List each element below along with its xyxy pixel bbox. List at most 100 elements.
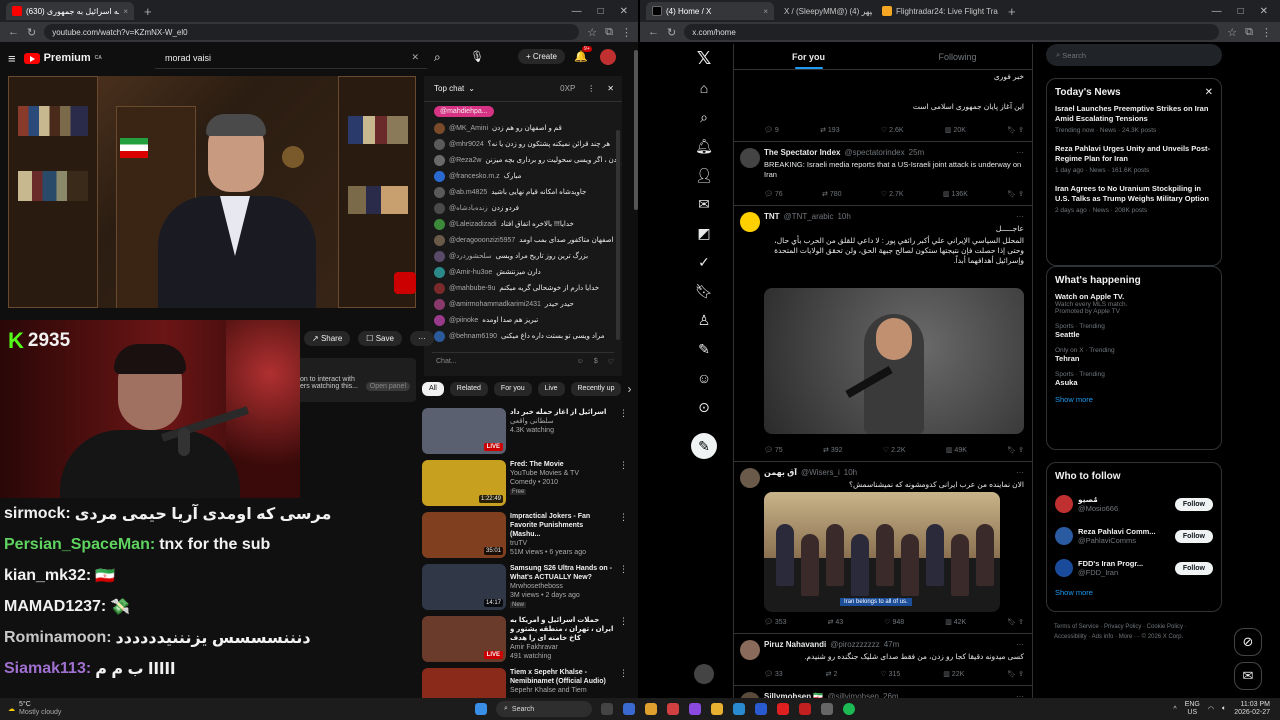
- video-title[interactable]: حملات اسرائیل و آمریکا به ایران ، تهران …: [510, 616, 615, 643]
- new-tab-button[interactable]: +: [1002, 4, 1022, 19]
- close-tab-icon[interactable]: ×: [763, 7, 768, 16]
- browser-tab-x-home[interactable]: (4) Home / X ×: [646, 2, 774, 20]
- jobs-icon[interactable]: ♙: [694, 310, 714, 330]
- verified-icon[interactable]: ✓: [694, 252, 714, 272]
- open-panel-button[interactable]: Open panel: [365, 382, 410, 391]
- like-button[interactable]: ♡ 2.6K: [881, 126, 904, 134]
- articles-icon[interactable]: ✎: [694, 339, 714, 359]
- clock[interactable]: 11:03 PM 2026-02-27: [1234, 701, 1270, 717]
- youtube-app-icon[interactable]: [777, 703, 789, 715]
- minimize-icon[interactable]: —: [1212, 6, 1222, 17]
- chat-menu-icon[interactable]: ⋮: [587, 84, 595, 93]
- profile-icon[interactable]: ☺: [694, 368, 714, 388]
- tweet[interactable]: Piruz Nahavandi @pirozzzzzzz 47m ··· کسی مید…: [734, 634, 1032, 686]
- search-input[interactable]: morad vaisi ✕: [155, 47, 427, 69]
- more-icon[interactable]: ⊙: [694, 397, 714, 417]
- recommended-video[interactable]: LIVE اسرائیل از آغاز حمله خبر داد سلطانی و…: [422, 408, 628, 458]
- tweet[interactable]: آق بهمن @Wisers_i 10h ··· الان نماینده من عر…: [734, 462, 1032, 634]
- tweet-handle[interactable]: @TNT_arabic: [784, 212, 834, 221]
- tweet-author[interactable]: آق بهمن: [764, 468, 797, 477]
- widgets-icon[interactable]: [623, 703, 635, 715]
- video-thumbnail[interactable]: LIVE: [422, 408, 506, 454]
- url-field[interactable]: youtube.com/watch?v=KZmNX-W_el0: [44, 24, 580, 40]
- chip-related[interactable]: Related: [449, 382, 488, 396]
- x-footer-links[interactable]: Terms of Service · Privacy Policy · Cook…: [1054, 622, 1214, 642]
- pinned-user-chip[interactable]: @mahdiehpa...: [434, 105, 494, 117]
- bookmark-share-buttons[interactable]: 🔖︎ ⇪: [1007, 126, 1024, 134]
- video-thumbnail[interactable]: LIVE: [422, 616, 506, 662]
- views-button[interactable]: ▥ 42K: [945, 618, 966, 626]
- recommended-video[interactable]: 14:17 Samsung S26 Ultra Hands on - What's…: [422, 564, 628, 614]
- video-title[interactable]: اسرائیل از آغاز حمله خبر داد: [510, 408, 615, 417]
- tweet[interactable]: خبر فوری این آغاز پایان جمهوری اسلامی است…: [734, 70, 1032, 142]
- trend-item[interactable]: Only on X · Trending Tehran: [1055, 347, 1213, 363]
- x-logo-icon[interactable]: 𝕏: [694, 48, 714, 68]
- back-icon[interactable]: ←: [8, 26, 19, 38]
- tweet[interactable]: Sillymohsen 🇮🇷@sillyjmohsen26m···ززززددن…: [734, 686, 1032, 698]
- compose-post-button[interactable]: ✎: [691, 433, 717, 459]
- edge-icon[interactable]: [733, 703, 745, 715]
- new-tab-button[interactable]: +: [138, 4, 158, 19]
- tweet-more-icon[interactable]: ···: [1016, 468, 1024, 477]
- follow-suggestion[interactable]: FDD's Iran Progr... @FDD_Iran Follow: [1055, 552, 1213, 584]
- follow-button[interactable]: Follow: [1174, 561, 1213, 575]
- close-window-icon[interactable]: ✕: [1260, 6, 1268, 17]
- spotify-icon[interactable]: [843, 703, 855, 715]
- weather-widget[interactable]: ☁ 5°C Mostly cloudy: [0, 701, 300, 717]
- follow-suggestion[interactable]: Reza Pahlavi Comm... @PahlaviComms Follow: [1055, 520, 1213, 552]
- channel-name[interactable]: Amir Fakhravar: [510, 643, 615, 652]
- show-more-trends-link[interactable]: Show more: [1055, 395, 1213, 404]
- account-avatar[interactable]: [694, 664, 714, 684]
- super-chat-icon[interactable]: $: [594, 358, 598, 365]
- tweet-handle[interactable]: @spectatorindex: [844, 148, 904, 157]
- save-button[interactable]: ☐ Save: [358, 331, 402, 346]
- tweet-author[interactable]: Piruz Nahavandi: [764, 640, 826, 649]
- reply-button[interactable]: 💬︎ 33: [764, 670, 783, 678]
- tweet-handle[interactable]: @pirozzzzzzz: [830, 640, 879, 649]
- reload-icon[interactable]: ↻: [27, 26, 36, 39]
- menu-dots-icon[interactable]: ⋮: [1261, 26, 1272, 39]
- bookmark-share-buttons[interactable]: 🔖︎ ⇪: [1007, 446, 1024, 454]
- url-field[interactable]: x.com/home: [684, 24, 1220, 40]
- word-icon[interactable]: [755, 703, 767, 715]
- volume-icon[interactable]: 🔈︎: [1222, 705, 1226, 713]
- video-thumbnail[interactable]: 1:22:49: [422, 460, 506, 506]
- emoji-icon[interactable]: ☺: [577, 358, 584, 365]
- account-avatar[interactable]: [600, 49, 616, 65]
- tweet-handle[interactable]: @Wisers_i: [801, 468, 840, 477]
- tweet-more-icon[interactable]: ···: [1016, 148, 1024, 157]
- tweet-avatar[interactable]: [740, 468, 760, 488]
- video-thumbnail[interactable]: 35:01: [422, 512, 506, 558]
- grok-float-button[interactable]: ⊘: [1234, 628, 1262, 656]
- views-button[interactable]: ▥ 136K: [943, 190, 968, 198]
- tweet-more-icon[interactable]: ···: [1016, 212, 1024, 221]
- chat-input[interactable]: Chat...: [432, 358, 567, 365]
- news-item[interactable]: Israel Launches Preemptive Strikes on Ir…: [1055, 104, 1213, 134]
- views-button[interactable]: ▥ 22K: [943, 670, 964, 678]
- channel-name[interactable]: YouTube Movies & TV: [510, 469, 615, 478]
- minimize-icon[interactable]: —: [572, 6, 582, 17]
- share-button[interactable]: ↗ Share: [304, 331, 351, 346]
- bookmark-star-icon[interactable]: ☆: [1227, 26, 1237, 39]
- recommended-video[interactable]: LIVE حملات اسرائیل و آمریکا به ایران ، ته…: [422, 616, 628, 666]
- back-icon[interactable]: ←: [648, 26, 659, 38]
- home-icon[interactable]: ⌂: [694, 78, 714, 98]
- bookmark-share-buttons[interactable]: 🔖︎ ⇪: [1007, 670, 1024, 678]
- repost-button[interactable]: ⇄ 392: [823, 446, 843, 454]
- wifi-icon[interactable]: ◠: [1208, 705, 1214, 713]
- x-search-input[interactable]: ⌕ Search: [1046, 44, 1222, 66]
- maximize-icon[interactable]: □: [1238, 6, 1244, 17]
- video-title[interactable]: Fred: The Movie: [510, 460, 615, 469]
- repost-button[interactable]: ⇄ 2: [826, 670, 838, 678]
- heart-icon[interactable]: ♡: [608, 358, 614, 366]
- files-icon[interactable]: [645, 703, 657, 715]
- more-actions-icon[interactable]: ···: [409, 331, 434, 346]
- browser-tab-youtube[interactable]: (630) حمله اسرائیل به جمهوری ×: [6, 2, 134, 20]
- video-title[interactable]: Samsung S26 Ultra Hands on - What's ACTU…: [510, 564, 615, 582]
- video-menu-icon[interactable]: ⋮: [619, 512, 628, 562]
- close-window-icon[interactable]: ✕: [620, 6, 628, 17]
- menu-dots-icon[interactable]: ⋮: [621, 26, 632, 39]
- tweet-time[interactable]: 47m: [884, 640, 900, 649]
- trend-item[interactable]: Sports · Trending Asuka: [1055, 371, 1213, 387]
- video-title[interactable]: Tiem x Sepehr Khalse - Nemibinamet (Offi…: [510, 668, 615, 686]
